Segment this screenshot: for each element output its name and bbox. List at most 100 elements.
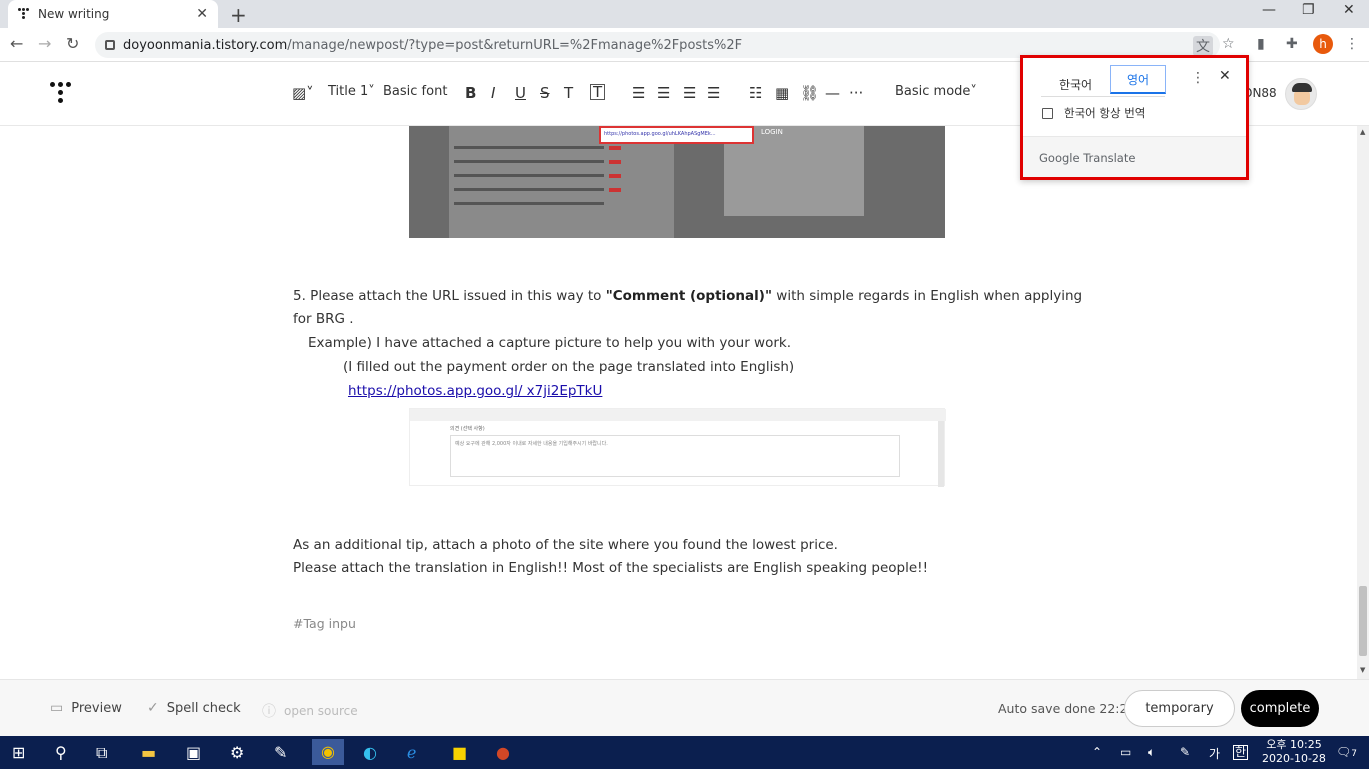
content-scrollbar[interactable]: ▲ ▼ xyxy=(1357,126,1369,679)
lock-icon xyxy=(105,40,115,50)
extension-icon[interactable]: ▮ xyxy=(1257,36,1265,52)
screenshot-comment-label: 의견 (선택 사항) xyxy=(450,426,485,432)
insert-image-icon[interactable]: ▨˅ xyxy=(292,84,314,102)
translate-popup: 한국어 영어 ⋮ ✕ 한국어 항상 번역 Google Translate xyxy=(1020,55,1249,180)
tag-input[interactable]: #Tag inpu xyxy=(293,616,356,631)
notification-icon[interactable]: 🗨︎7 xyxy=(1336,745,1357,759)
always-translate-label: 한국어 항상 번역 xyxy=(1064,106,1146,120)
tistory-logo-icon[interactable] xyxy=(50,82,76,108)
open-source-icon: ⓘ xyxy=(262,704,276,720)
browser-tab[interactable]: New writing ✕ xyxy=(8,0,218,28)
translate-close-icon[interactable]: ✕ xyxy=(1219,68,1231,84)
profile-avatar[interactable]: h xyxy=(1313,34,1333,54)
temporary-save-button[interactable]: temporary xyxy=(1124,690,1235,727)
open-source-label: open source xyxy=(284,704,358,718)
preview-button[interactable]: ▭ Preview xyxy=(50,700,122,716)
tab-title: New writing xyxy=(38,7,110,21)
editor-mode-label: Basic mode xyxy=(895,84,971,99)
ime-mode-indicator[interactable]: 가 xyxy=(1209,745,1220,762)
settings-gear-icon[interactable]: ⚙ xyxy=(230,743,244,762)
step5-prefix: 5. Please attach the URL issued in this … xyxy=(293,288,606,304)
example-line: Example) I have attached a capture pictu… xyxy=(308,335,792,351)
font-select[interactable]: Basic font xyxy=(383,84,447,99)
file-explorer-icon[interactable]: ▬ xyxy=(141,743,156,762)
system-clock[interactable]: 오후 10:25 2020-10-28 xyxy=(1262,738,1326,766)
scroll-down-icon[interactable]: ▼ xyxy=(1360,666,1365,674)
scroll-up-icon[interactable]: ▲ xyxy=(1360,128,1365,136)
user-avatar[interactable] xyxy=(1285,78,1317,110)
windows-taskbar: ⊞ ⚲ ⧉ ▬ ▣ ⚙ ✎ ◉ ◐ ℯ ■ ● ⌃ ▭ 🔈︎ ✎ 가 한 오후 … xyxy=(0,736,1369,769)
scrollbar-thumb[interactable] xyxy=(1359,586,1367,656)
store-icon[interactable]: ▣ xyxy=(186,743,201,762)
task-view-icon[interactable]: ⧉ xyxy=(96,743,107,763)
translate-tab-english[interactable]: 영어 xyxy=(1110,65,1166,94)
table-icon[interactable]: ▦ xyxy=(775,84,789,102)
new-tab-button[interactable]: + xyxy=(230,3,247,27)
windows-start-icon[interactable]: ⊞ xyxy=(12,743,25,762)
align-center-icon[interactable]: ☰ xyxy=(657,84,670,102)
autosave-status: Auto save done 22:25 xyxy=(998,701,1136,716)
window-minimize-button[interactable]: — xyxy=(1262,2,1276,18)
translate-more-icon[interactable]: ⋮ xyxy=(1191,70,1205,86)
more-options-icon[interactable]: ··· xyxy=(849,84,863,102)
pen-icon[interactable]: ✎ xyxy=(1180,745,1190,759)
tray-chevron-icon[interactable]: ⌃ xyxy=(1092,745,1102,759)
volume-icon[interactable]: 🔈︎ xyxy=(1148,745,1155,760)
open-source-link[interactable]: ⓘ open source xyxy=(262,701,358,721)
ime-han-indicator[interactable]: 한 xyxy=(1233,745,1249,760)
forward-arrow-icon[interactable]: → xyxy=(38,34,51,53)
tip-line-1: As an additional tip, attach a photo of … xyxy=(293,537,838,553)
clock-time: 오후 10:25 xyxy=(1266,738,1322,751)
editor-content[interactable]: https://photos.app.goo.gl/uhLKAhpASgMEk.… xyxy=(0,126,1357,679)
url-path: /manage/newpost/?type=post&returnURL=%2F… xyxy=(287,37,743,53)
sticky-notes-icon[interactable]: ■ xyxy=(452,743,467,762)
bookmark-star-icon[interactable]: ☆ xyxy=(1222,36,1235,52)
example-link[interactable]: https://photos.app.goo.gl/ x7ji2EpTkU xyxy=(348,383,602,399)
step5-bold: "Comment (optional)" xyxy=(605,288,772,304)
screenshot-comment-box: 예상 요구에 관해 2,000자 이내로 자세한 내용을 기입해주시기 바랍니다… xyxy=(450,435,900,477)
window-close-button[interactable]: ✕ xyxy=(1343,2,1355,18)
back-arrow-icon[interactable]: ← xyxy=(10,34,23,53)
align-justify-icon[interactable]: ☰ xyxy=(707,84,720,102)
always-translate-checkbox[interactable] xyxy=(1042,108,1053,119)
chrome-taskbar-icon[interactable]: ◉ xyxy=(312,739,344,765)
reload-icon[interactable]: ↻ xyxy=(66,34,79,53)
paint-icon[interactable]: ✎ xyxy=(274,743,287,762)
translate-tab-korean[interactable]: 한국어 xyxy=(1043,70,1108,98)
screenshot-url-popup: https://photos.app.goo.gl/uhLKAhpASgMEk.… xyxy=(599,126,754,144)
align-left-icon[interactable]: ☰ xyxy=(632,84,645,102)
underline-button[interactable]: U xyxy=(515,84,526,102)
internet-explorer-icon[interactable]: ℯ xyxy=(407,743,416,762)
network-icon[interactable]: ▭ xyxy=(1120,745,1131,759)
edge-icon[interactable]: ◐ xyxy=(363,743,377,762)
complete-button[interactable]: complete xyxy=(1241,690,1319,727)
align-right-icon[interactable]: ☰ xyxy=(683,84,696,102)
editor-mode-select[interactable]: Basic mode˅ xyxy=(895,84,977,99)
text-color-button[interactable]: T xyxy=(564,84,573,102)
translate-icon[interactable]: 文 xyxy=(1193,36,1213,56)
google-translate-brand: Google Translate xyxy=(1039,151,1135,165)
search-icon[interactable]: ⚲ xyxy=(55,743,67,762)
text-background-button[interactable]: T xyxy=(590,84,606,100)
heading-select-label: Title 1 xyxy=(328,84,369,99)
preview-label: Preview xyxy=(71,700,122,716)
tab-close-icon[interactable]: ✕ xyxy=(196,6,208,22)
strikethrough-button[interactable]: S xyxy=(540,84,550,102)
embedded-screenshot-2: 의견 (선택 사항) 예상 요구에 관해 2,000자 이내로 자세한 내용을 … xyxy=(409,408,946,487)
spell-check-icon: ✓ xyxy=(147,700,159,716)
spell-check-label: Spell check xyxy=(166,700,241,716)
chrome-menu-icon[interactable]: ⋮ xyxy=(1345,36,1359,52)
bullet-list-icon[interactable]: ☷ xyxy=(749,84,762,102)
spell-check-button[interactable]: ✓ Spell check xyxy=(147,700,241,716)
window-restore-button[interactable]: ❐ xyxy=(1302,2,1315,18)
heading-select[interactable]: Title 1˅ xyxy=(328,84,375,99)
notification-count: 7 xyxy=(1351,749,1357,759)
monitor-icon: ▭ xyxy=(50,700,64,716)
horizontal-rule-icon[interactable]: — xyxy=(825,84,840,102)
link-icon[interactable]: ⛓ xyxy=(800,84,819,102)
brand-translate: Translate xyxy=(1083,151,1136,165)
bold-button[interactable]: B xyxy=(465,84,476,102)
puzzle-extensions-icon[interactable]: ✚ xyxy=(1286,36,1298,52)
powerpoint-icon[interactable]: ● xyxy=(496,743,510,762)
italic-button[interactable]: I xyxy=(491,84,495,102)
